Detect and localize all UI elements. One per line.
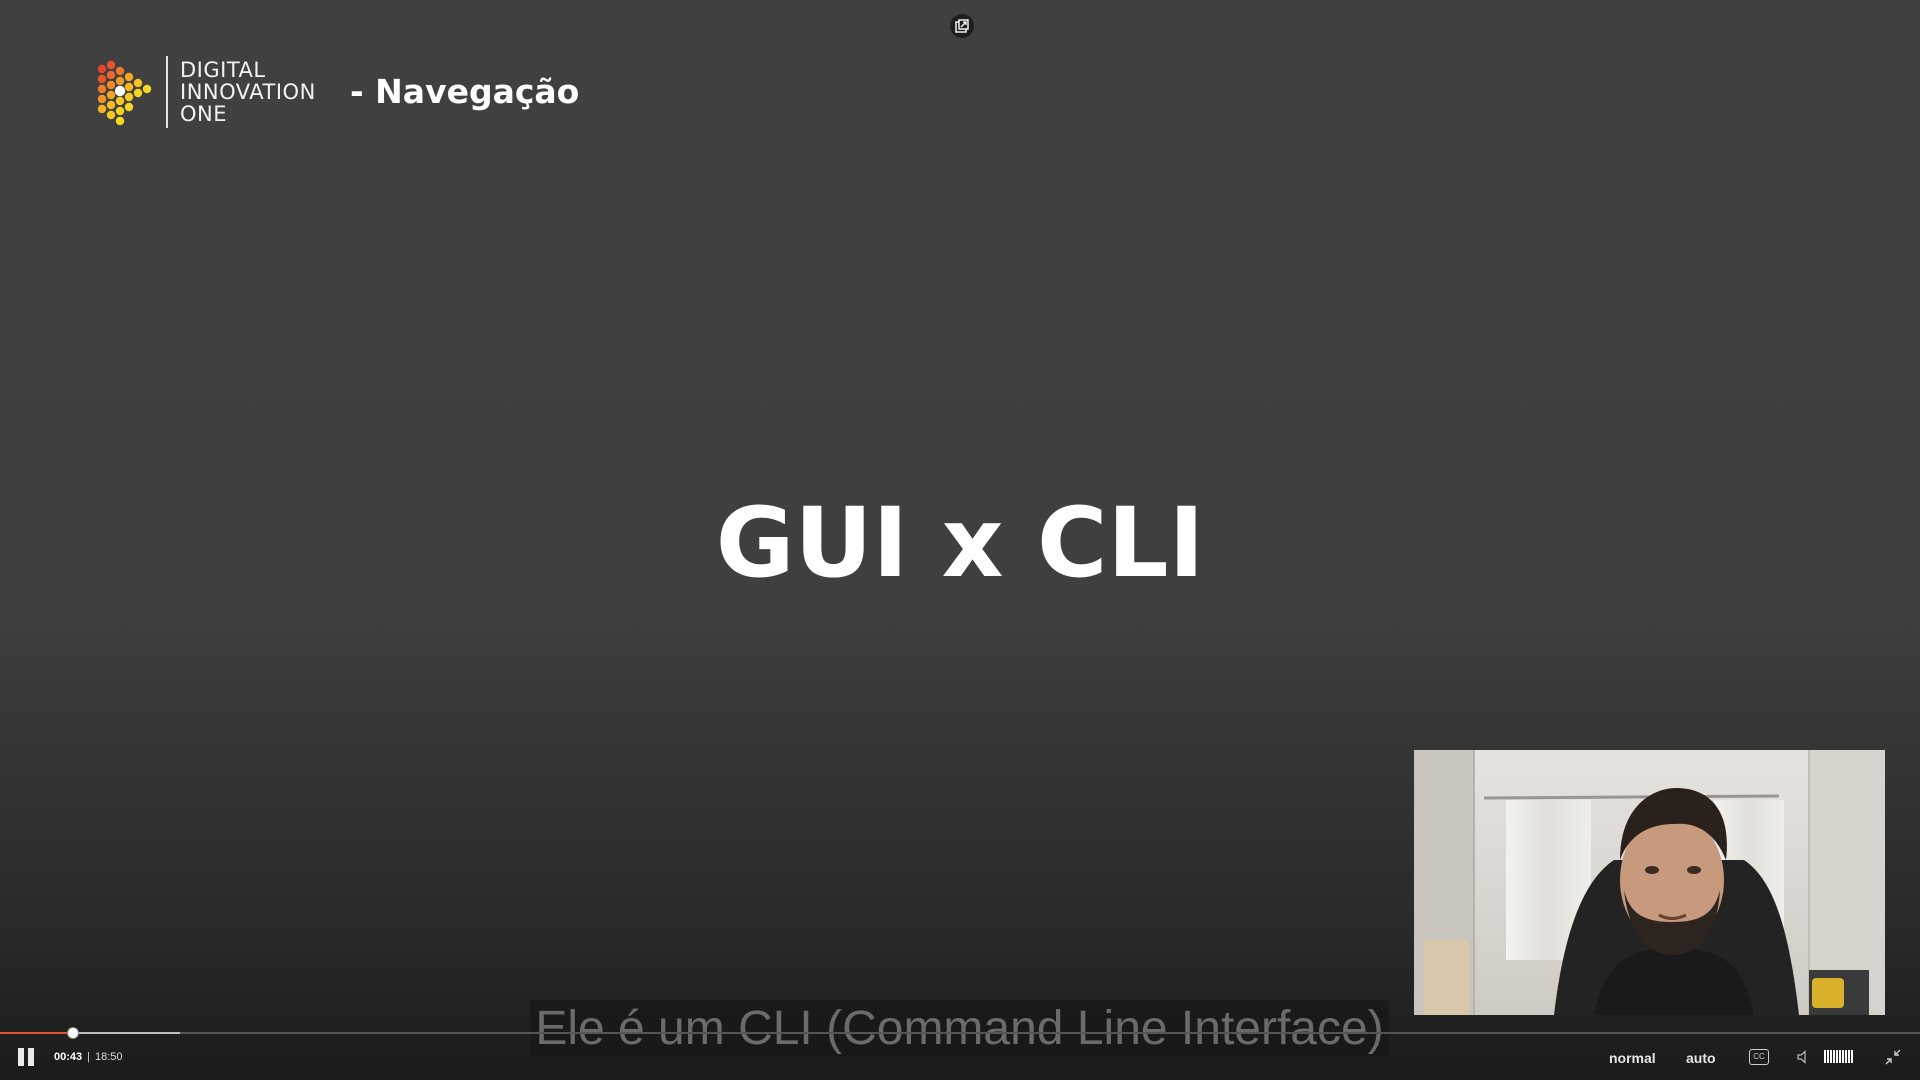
- volume-level-bar: [1827, 1050, 1829, 1063]
- control-bar: 00:43 | 18:50 normal auto CC: [0, 1040, 1920, 1080]
- exit-fullscreen-button[interactable]: [1884, 1048, 1902, 1066]
- slide-heading: GUI x CLI: [715, 487, 1205, 599]
- picture-in-picture-button[interactable]: [950, 14, 974, 38]
- volume-level-bar: [1842, 1050, 1844, 1063]
- volume-level-bar: [1839, 1050, 1841, 1063]
- duration: 18:50: [95, 1051, 123, 1063]
- presenter-video: [1414, 750, 1885, 1015]
- brand-line-3: ONE: [180, 102, 228, 126]
- exit-fullscreen-icon: [1885, 1049, 1901, 1065]
- brand-line-1: DIGITAL: [180, 58, 266, 82]
- progress-thumb[interactable]: [66, 1027, 79, 1039]
- captions-button[interactable]: CC: [1749, 1049, 1769, 1065]
- volume-slider[interactable]: [1824, 1050, 1854, 1064]
- current-time: 00:43: [54, 1051, 83, 1063]
- quality-button[interactable]: auto: [1686, 1050, 1716, 1066]
- playback-speed-button[interactable]: normal: [1609, 1050, 1656, 1066]
- pause-button[interactable]: [16, 1046, 36, 1070]
- brand-divider: [166, 56, 168, 128]
- section-title: - Navegação: [350, 72, 580, 111]
- progress-played: [0, 1032, 73, 1034]
- volume-level-bar: [1824, 1050, 1826, 1063]
- pause-icon: [18, 1048, 24, 1066]
- volume-level-bar: [1848, 1050, 1850, 1063]
- time-separator: |: [87, 1051, 90, 1063]
- volume-level-bar: [1833, 1050, 1835, 1063]
- volume-level-bar: [1836, 1050, 1838, 1063]
- volume-level-bar: [1845, 1050, 1847, 1063]
- volume-level-bar: [1851, 1050, 1853, 1063]
- brand-line-2: INNOVATION: [180, 80, 316, 104]
- volume-icon: [1797, 1050, 1806, 1064]
- brand-logo: DIGITAL INNOVATION ONE: [96, 56, 316, 128]
- video-player[interactable]: DIGITAL INNOVATION ONE - Navegação GUI x…: [0, 0, 1920, 1080]
- pause-icon-bar: [28, 1048, 34, 1066]
- picture-in-picture-icon: [955, 19, 969, 33]
- webcam-overlay: [1414, 750, 1885, 1015]
- time-display: 00:43 | 18:50: [54, 1051, 123, 1063]
- brand-wordmark: DIGITAL INNOVATION ONE: [180, 59, 316, 125]
- progress-bar[interactable]: [0, 1027, 1920, 1039]
- volume-level-bar: [1830, 1050, 1832, 1063]
- dio-logo-icon: [97, 60, 152, 126]
- mute-button[interactable]: [1796, 1049, 1812, 1065]
